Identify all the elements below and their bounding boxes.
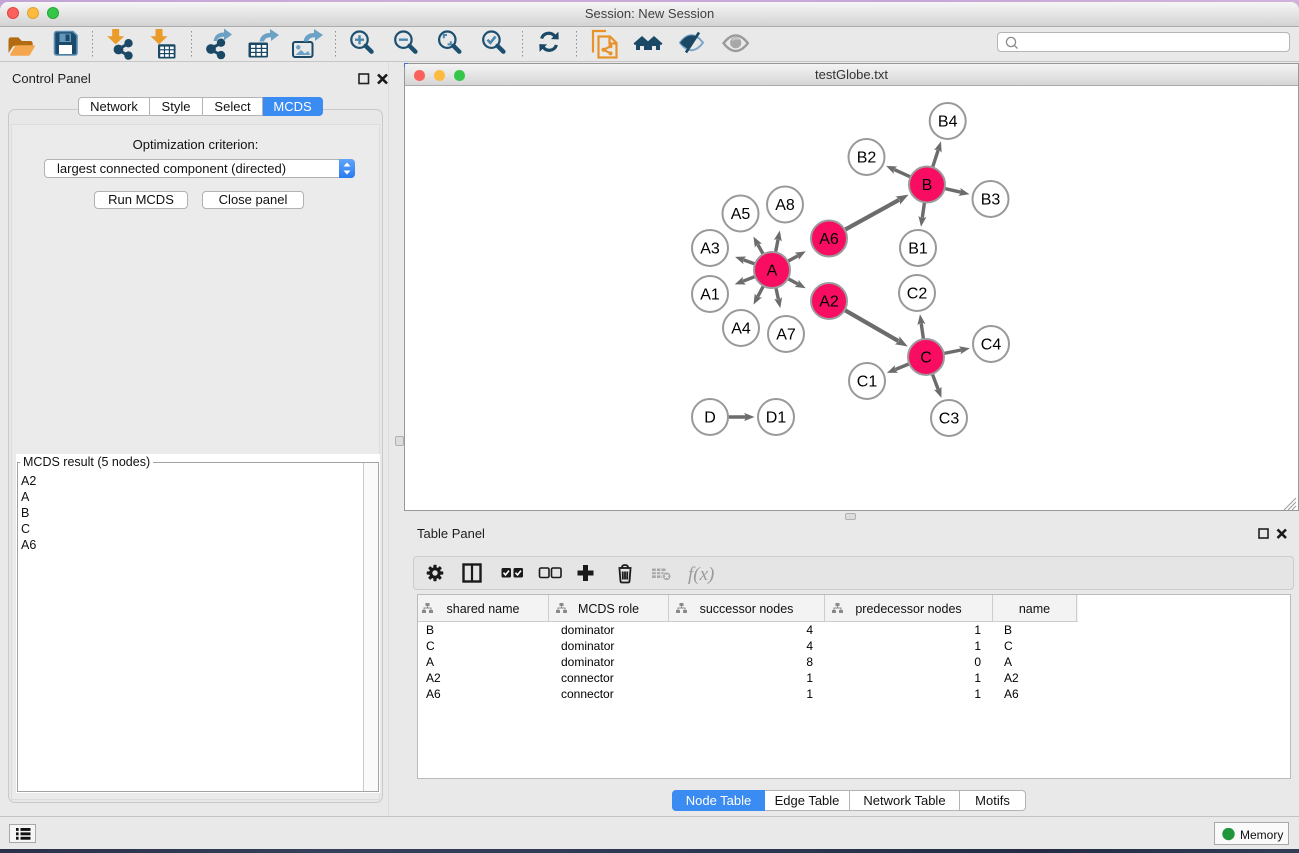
svg-text:B2: B2 [857,150,877,167]
svg-text:D: D [704,410,716,427]
svg-text:A6: A6 [819,231,839,248]
svg-text:f(x): f(x) [688,564,714,585]
svg-text:A5: A5 [731,206,751,223]
svg-text:A1: A1 [700,287,720,304]
svg-text:B3: B3 [981,192,1001,209]
svg-text:A7: A7 [776,327,796,344]
svg-text:B1: B1 [908,241,928,258]
svg-text:A2: A2 [819,294,839,311]
svg-text:A3: A3 [700,241,720,258]
svg-text:C4: C4 [981,337,1002,354]
svg-text:C: C [920,350,932,367]
svg-text:A8: A8 [775,197,795,214]
svg-text:B4: B4 [938,114,958,131]
svg-text:A: A [767,263,778,280]
svg-text:A4: A4 [731,321,751,338]
svg-text:C2: C2 [907,286,928,303]
svg-text:D1: D1 [766,410,787,427]
svg-text:B: B [922,177,933,194]
svg-text:C1: C1 [857,374,878,391]
svg-text:C3: C3 [939,411,960,428]
